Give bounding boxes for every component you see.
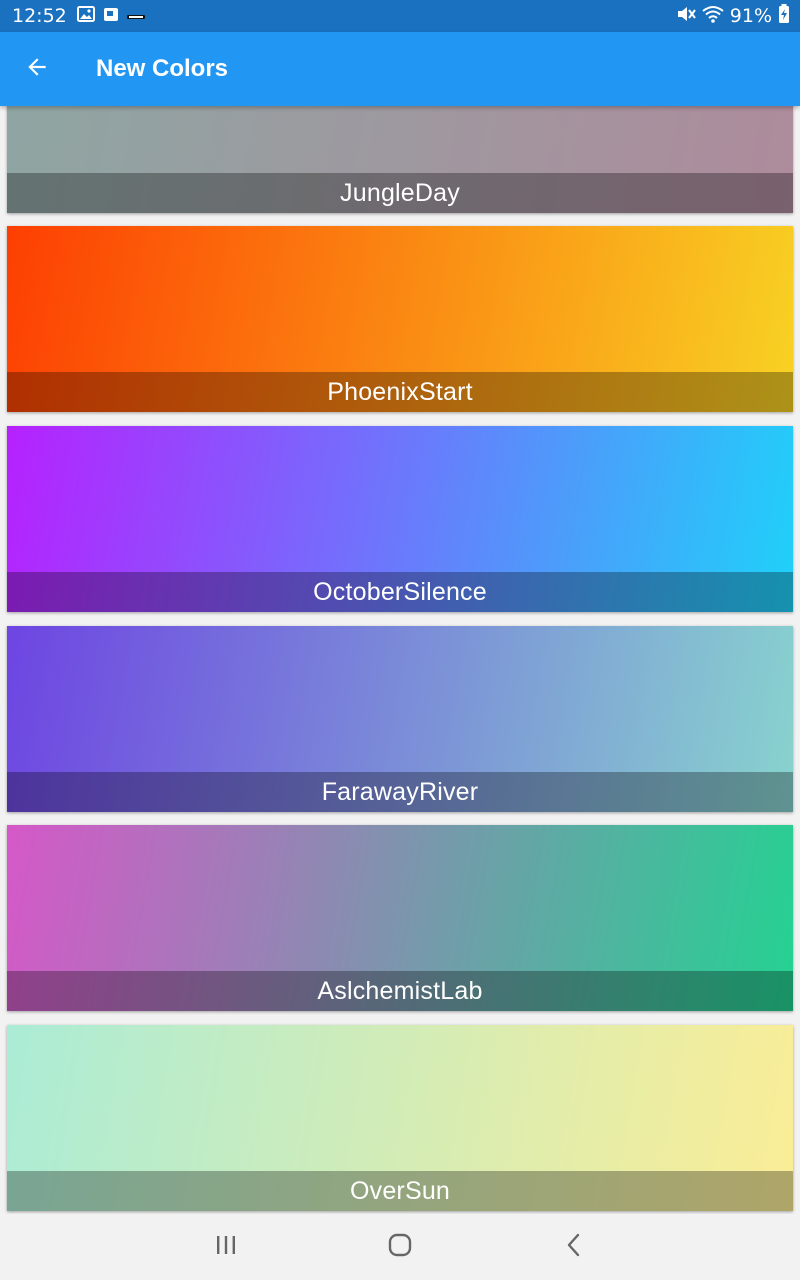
page-title: New Colors	[96, 55, 229, 82]
back-button[interactable]	[0, 32, 74, 106]
gradient-card-label: OctoberSilence	[7, 572, 793, 612]
status-bar: 12:52 91%	[0, 0, 800, 32]
small-notification-icon	[126, 7, 145, 26]
app-notification-icon	[103, 6, 119, 26]
gradient-card-phoenixstart[interactable]: PhoenixStart	[7, 226, 793, 412]
home-icon	[387, 1232, 413, 1262]
battery-charging-icon	[778, 4, 790, 28]
status-time: 12:52	[12, 5, 67, 27]
gradient-card-label: OverSun	[7, 1171, 793, 1211]
arrow-back-icon	[24, 54, 50, 84]
mute-icon	[676, 5, 696, 27]
nav-back-icon	[565, 1232, 583, 1262]
gradient-card-label: JungleDay	[7, 173, 793, 213]
battery-percent: 91%	[729, 5, 772, 27]
navigation-bar	[0, 1214, 800, 1280]
gradient-card-label: PhoenixStart	[7, 372, 793, 412]
gradient-card-jungleday[interactable]: JungleDay	[7, 106, 793, 213]
gradient-card-label: AslchemistLab	[7, 971, 793, 1011]
nav-back-button[interactable]	[544, 1217, 604, 1277]
gradient-card-aslchemistlab[interactable]: AslchemistLab	[7, 825, 793, 1011]
gradient-card-octobersilence[interactable]: OctoberSilence	[7, 426, 793, 612]
gradient-card-label: FarawayRiver	[7, 772, 793, 812]
app-bar: New Colors	[0, 32, 800, 106]
recents-icon	[214, 1234, 238, 1260]
gradient-card-oversun[interactable]: OverSun	[7, 1025, 793, 1211]
home-button[interactable]	[370, 1217, 430, 1277]
recents-button[interactable]	[196, 1217, 256, 1277]
status-left-icons	[76, 6, 145, 26]
gradient-card-farawayriver[interactable]: FarawayRiver	[7, 626, 793, 812]
wifi-icon	[702, 5, 724, 27]
gradient-list[interactable]: JungleDay PhoenixStart OctoberSilence Fa…	[0, 106, 800, 1214]
image-icon	[76, 6, 95, 26]
status-right-icons: 91%	[676, 4, 790, 28]
